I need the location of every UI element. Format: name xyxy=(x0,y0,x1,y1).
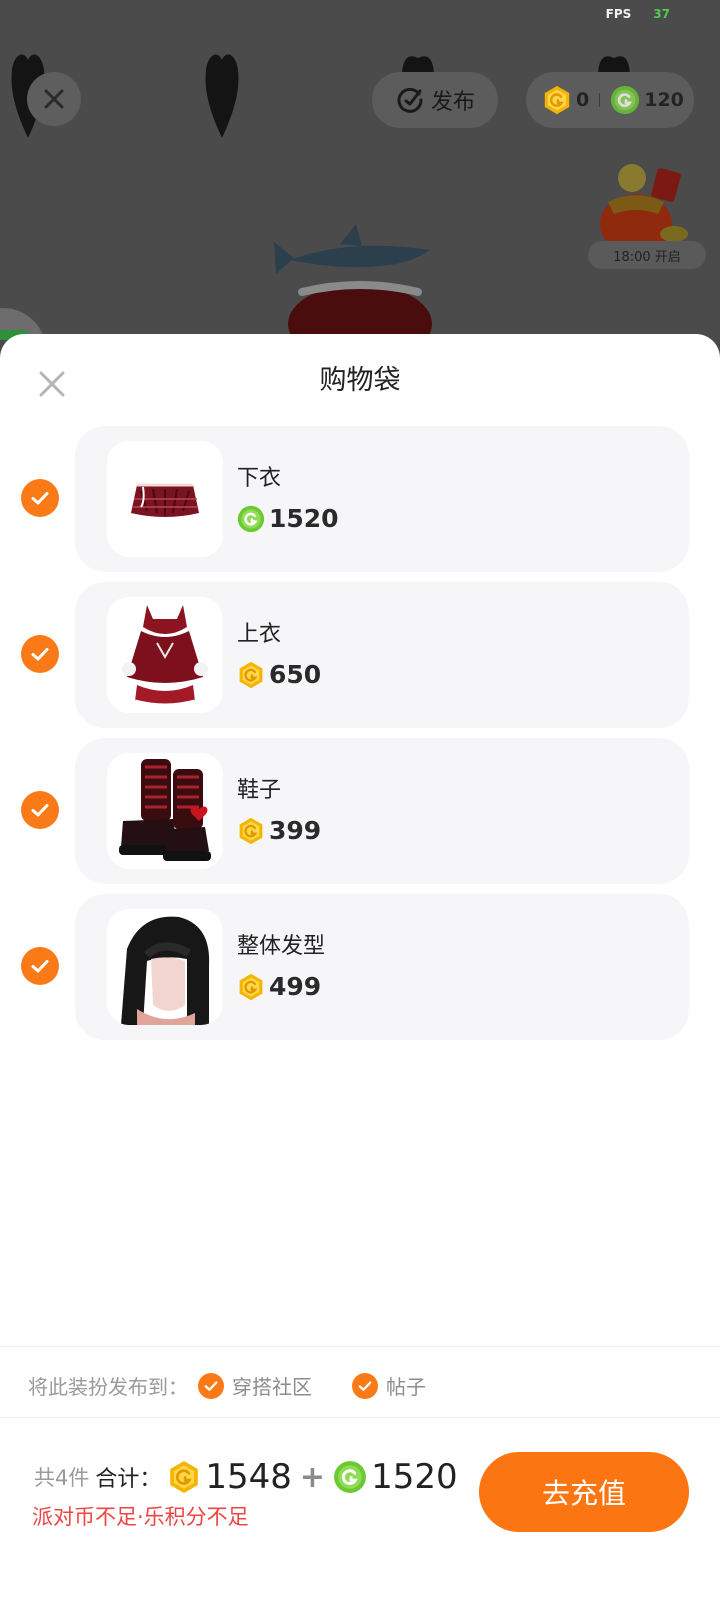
shark-accessory-preview xyxy=(274,224,432,340)
scene-close-button[interactable] xyxy=(27,72,81,126)
cart-item-card[interactable]: 上衣 650 xyxy=(75,582,689,728)
check-icon xyxy=(356,1377,374,1395)
option-checkbox[interactable] xyxy=(352,1372,378,1399)
shopping-bag-sheet: 购物袋 下衣 1520 上衣 650 鞋子 399 整体发型 499 将此装扮发… xyxy=(0,334,720,1600)
cart-item: 上衣 650 xyxy=(0,582,720,728)
item-thumbnail xyxy=(107,909,223,1025)
publish-option-community[interactable]: 穿搭社区 xyxy=(198,1371,312,1400)
check-icon xyxy=(28,642,52,666)
party-coin-icon xyxy=(167,1460,201,1494)
publish-button[interactable]: 发布 xyxy=(372,72,498,128)
plus-sign: + xyxy=(299,1459,326,1495)
item-price: 1520 xyxy=(237,504,339,533)
item-name: 鞋子 xyxy=(237,778,282,803)
item-price-value: 399 xyxy=(269,816,322,845)
le-points-icon xyxy=(610,85,640,115)
cart-item: 鞋子 399 xyxy=(0,738,720,884)
item-checkbox[interactable] xyxy=(21,635,59,673)
hooded-top-image xyxy=(122,605,208,707)
party-coin-total: 1548 xyxy=(205,1457,292,1497)
party-coin-icon xyxy=(237,817,265,845)
item-name: 整体发型 xyxy=(237,934,326,959)
check-icon xyxy=(28,798,52,822)
option-label: 穿搭社区 xyxy=(232,1375,312,1399)
item-checkbox[interactable] xyxy=(21,947,59,985)
item-name: 下衣 xyxy=(237,466,282,491)
boots-image xyxy=(119,759,211,861)
le-points-icon xyxy=(237,505,265,533)
cart-item-card[interactable]: 鞋子 399 xyxy=(75,738,689,884)
cart-item: 下衣 1520 xyxy=(0,426,720,572)
recharge-button[interactable]: 去充值 xyxy=(479,1452,689,1532)
heart-decoration-icon xyxy=(205,54,239,138)
item-price: 650 xyxy=(237,660,321,689)
party-coin-balance: 0 xyxy=(576,89,590,111)
option-label: 帖子 xyxy=(386,1375,426,1399)
close-icon xyxy=(44,89,64,109)
cart-item: 整体发型 499 xyxy=(0,894,720,1040)
skirt-image xyxy=(131,483,199,517)
check-icon xyxy=(28,486,52,510)
publish-label: 发布 xyxy=(430,90,475,115)
publish-option-post[interactable]: 帖子 xyxy=(352,1371,426,1400)
check-icon xyxy=(202,1377,220,1395)
cart-item-card[interactable]: 下衣 1520 xyxy=(75,426,689,572)
event-start-time: 18:00 开启 xyxy=(588,241,706,269)
checkout-footer: 共4件 合计： 1548 + 1520 派对币不足·乐积分不足 去充值 xyxy=(0,1419,720,1599)
cart-item-card[interactable]: 整体发型 499 xyxy=(75,894,689,1040)
total-label: 合计： xyxy=(95,1467,162,1492)
le-points-balance: 120 xyxy=(644,89,684,111)
sheet-title: 购物袋 xyxy=(319,365,401,396)
item-thumbnail xyxy=(107,753,223,869)
option-checkbox[interactable] xyxy=(198,1372,224,1399)
currency-balance[interactable]: 0 120 xyxy=(526,72,694,128)
item-price: 399 xyxy=(237,816,321,845)
item-thumbnail xyxy=(107,597,223,713)
item-checkbox[interactable] xyxy=(21,791,59,829)
fps-counter: FPS 37 xyxy=(606,7,670,21)
game-scene-backdrop: FPS 37 发布 0 120 18:00 开启 xyxy=(0,0,720,340)
item-price-value: 1520 xyxy=(269,504,339,533)
hairstyle-image xyxy=(121,916,210,1025)
publish-to-row: 将此装扮发布到： 穿搭社区 帖子 xyxy=(28,1371,426,1400)
insufficient-balance-warning: 派对币不足·乐积分不足 xyxy=(32,1505,249,1529)
item-price-value: 650 xyxy=(269,660,322,689)
item-name: 上衣 xyxy=(237,622,282,647)
item-thumbnail xyxy=(107,441,223,557)
party-coin-icon xyxy=(237,973,265,1001)
le-points-total: 1520 xyxy=(371,1457,458,1497)
item-price: 499 xyxy=(237,972,321,1001)
fps-value: 37 xyxy=(653,7,670,21)
publish-to-label: 将此装扮发布到： xyxy=(28,1375,188,1399)
publish-icon xyxy=(397,87,423,113)
divider xyxy=(0,1417,720,1418)
item-count: 共4件 xyxy=(34,1466,90,1490)
divider xyxy=(0,1346,720,1347)
item-price-value: 499 xyxy=(269,972,322,1001)
item-checkbox[interactable] xyxy=(21,479,59,517)
party-coin-icon xyxy=(237,661,265,689)
party-coin-icon xyxy=(542,85,572,115)
le-points-icon xyxy=(333,1460,367,1494)
balance-divider xyxy=(599,93,601,107)
total-line: 共4件 合计： 1548 + 1520 xyxy=(34,1457,458,1497)
check-icon xyxy=(28,954,52,978)
fps-label: FPS xyxy=(605,7,632,21)
